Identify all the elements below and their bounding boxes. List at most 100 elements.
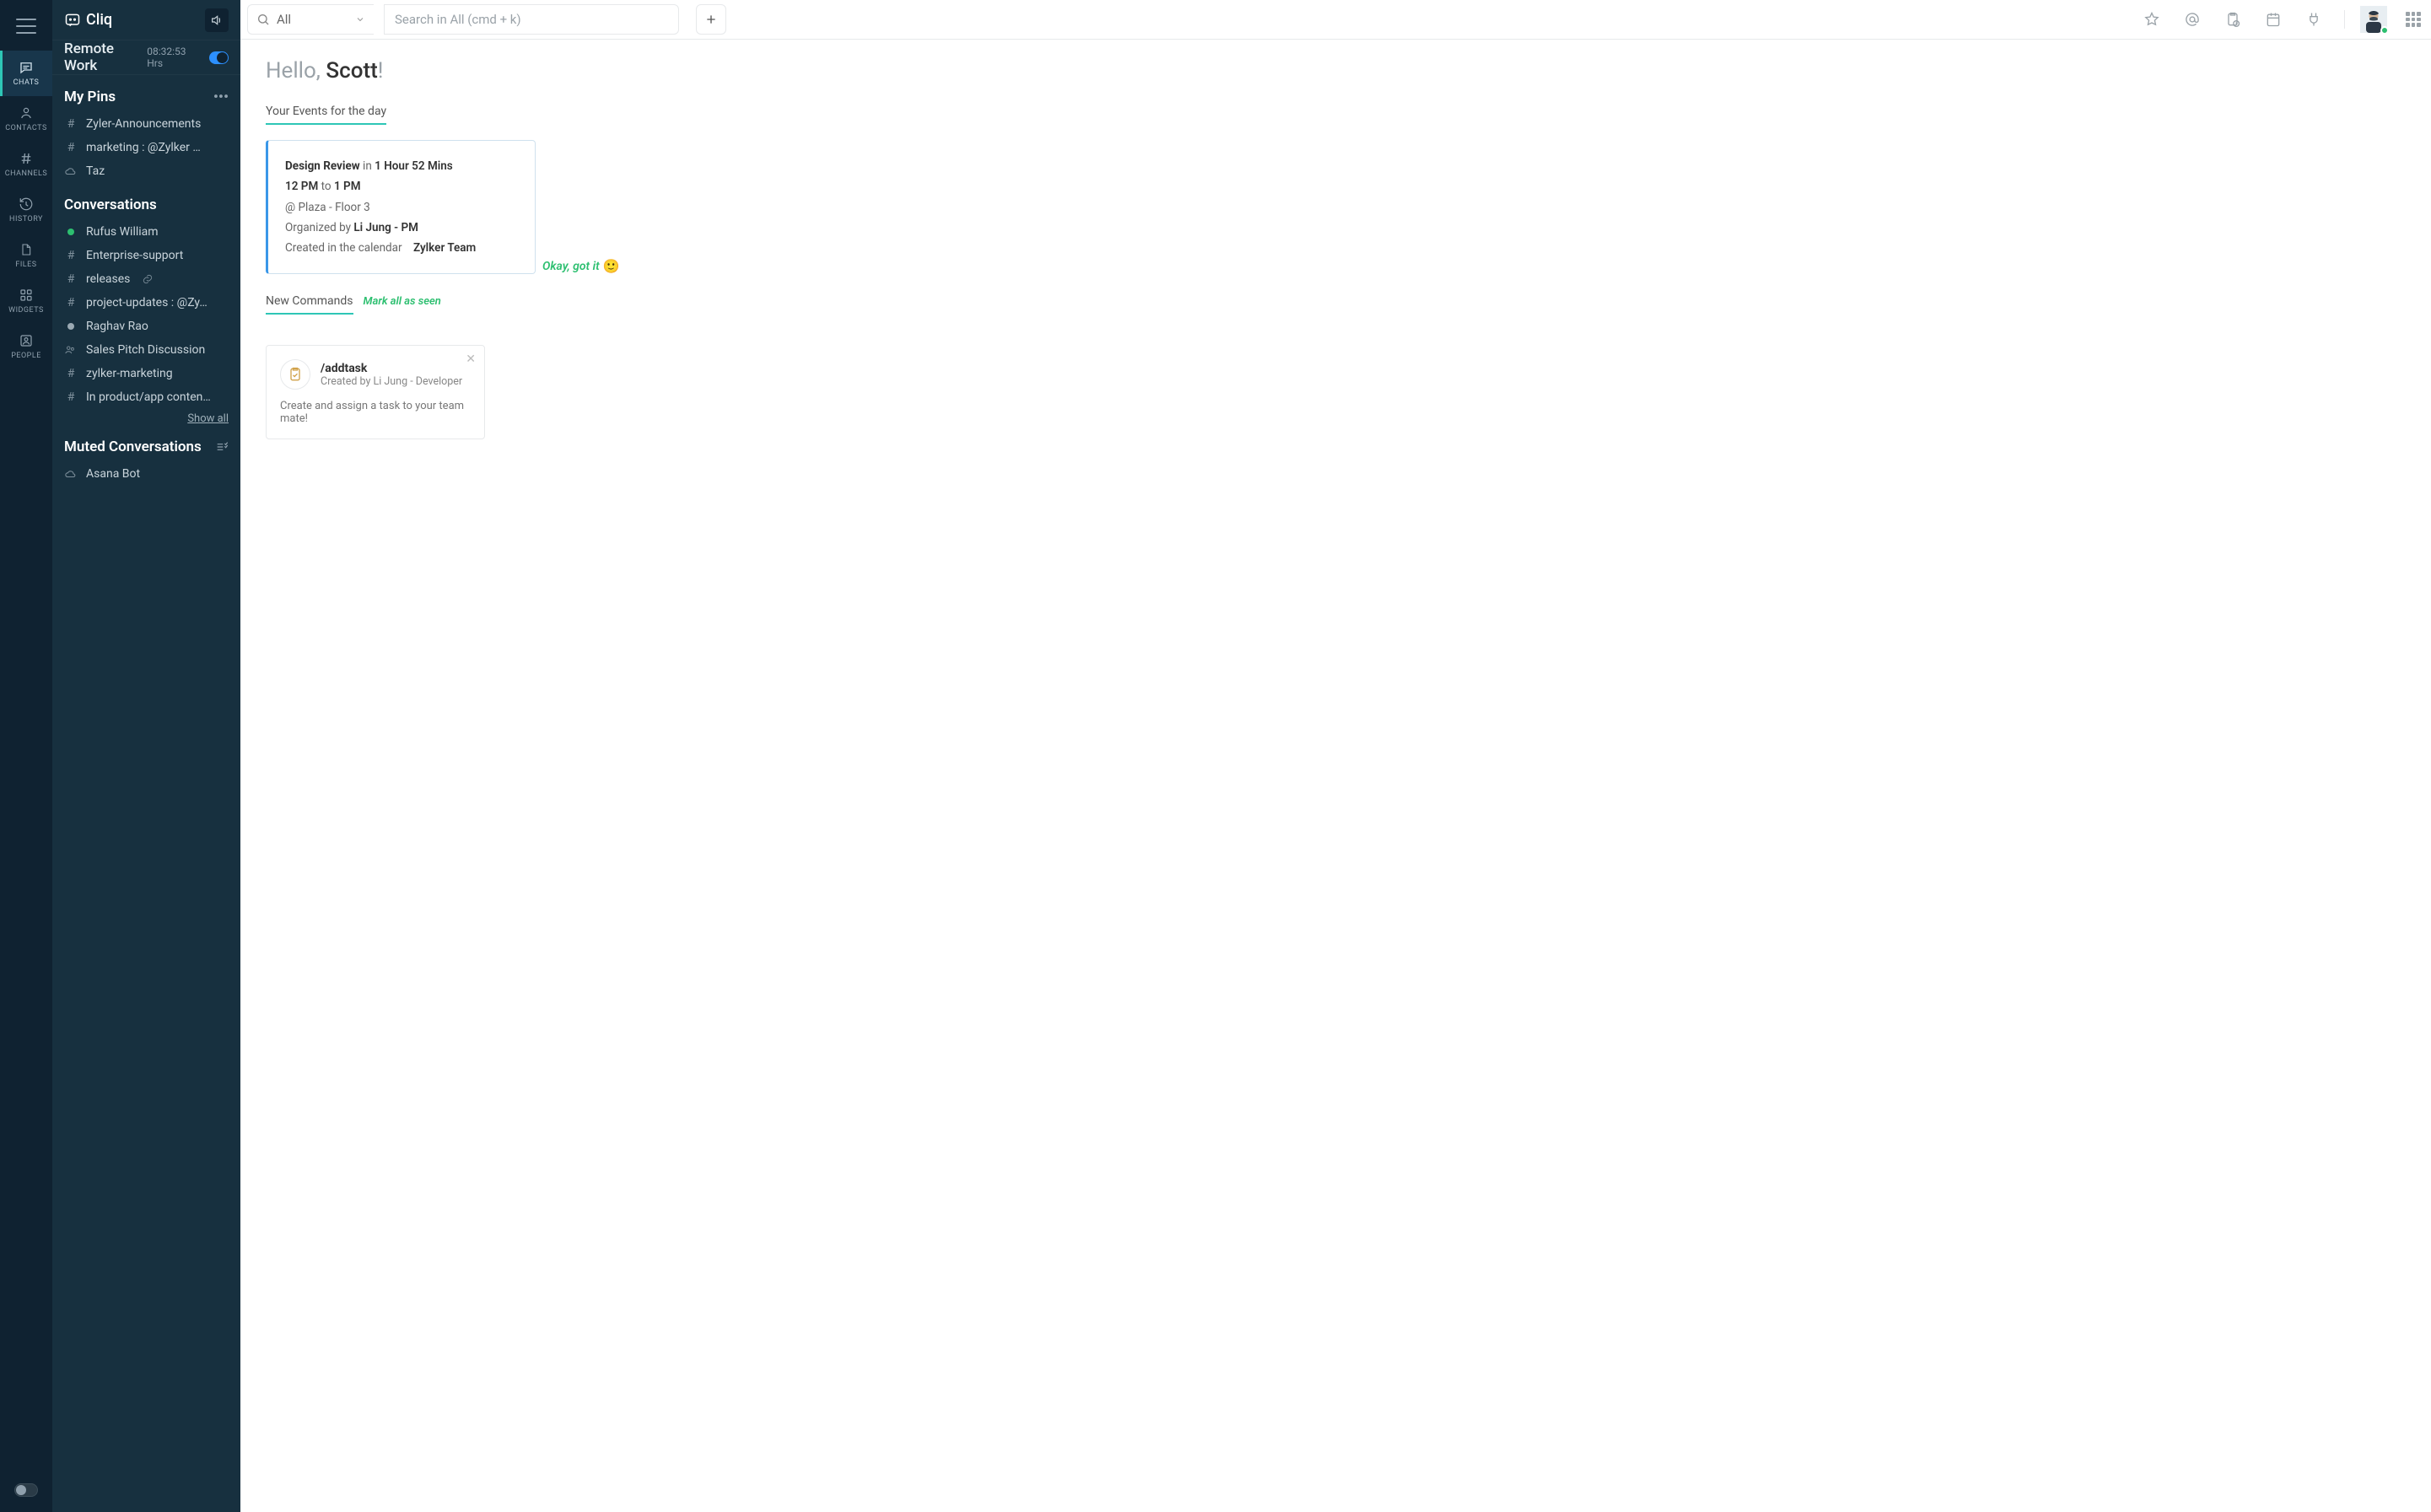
conversation-label: Sales Pitch Discussion [86, 343, 205, 357]
nav-chats[interactable]: CHATS [0, 51, 52, 96]
hash-icon: # [64, 390, 78, 404]
hash-icon: # [64, 249, 78, 262]
people-icon [19, 333, 34, 348]
plus-icon [704, 13, 718, 26]
file-icon [19, 242, 33, 257]
presence-icon [64, 320, 78, 333]
remote-work-toggle[interactable] [209, 51, 229, 64]
event-end: 1 PM [334, 180, 361, 193]
pin-item[interactable]: # Zyler-Announcements [52, 112, 240, 136]
cliq-logo-icon [64, 12, 81, 29]
hash-icon: # [64, 367, 78, 380]
power-button[interactable] [2305, 11, 2322, 28]
separator [2344, 10, 2345, 29]
link-icon [142, 273, 154, 285]
conversation-item[interactable]: # releases [52, 267, 240, 291]
star-button[interactable] [2143, 11, 2160, 28]
conversation-item[interactable]: # Enterprise-support [52, 244, 240, 267]
plug-icon [2305, 11, 2322, 28]
theme-toggle[interactable] [0, 1483, 52, 1497]
event-countdown: 1 Hour 52 Mins [375, 159, 453, 173]
content: Hello, Scott! Your Events for the day De… [240, 40, 2431, 458]
close-button[interactable]: ✕ [466, 352, 476, 366]
search-scope-dropdown[interactable]: All [247, 4, 374, 35]
pin-item[interactable]: # marketing : @Zylker … [52, 136, 240, 159]
remote-work-label: Remote Work [64, 40, 140, 74]
pin-item[interactable]: Taz [52, 159, 240, 183]
muted-header: Muted Conversations [52, 425, 240, 462]
event-in-word: in [363, 159, 372, 173]
muted-title: Muted Conversations [64, 439, 202, 455]
chat-icon [19, 60, 34, 75]
muted-item[interactable]: Asana Bot [52, 462, 240, 486]
nav-label: CONTACTS [5, 124, 47, 132]
mentions-button[interactable] [2184, 11, 2201, 28]
speaker-icon [210, 13, 224, 27]
nav-contacts[interactable]: CONTACTS [0, 96, 52, 142]
conversation-item[interactable]: # project-updates : @Zy… [52, 291, 240, 315]
nav-people[interactable]: PEOPLE [0, 324, 52, 369]
contact-icon [19, 105, 34, 121]
hello-suffix: ! [378, 58, 384, 83]
nav-label: FILES [15, 261, 36, 269]
event-calendar: Zylker Team [413, 241, 476, 255]
conversation-label: In product/app conten… [86, 390, 211, 404]
calendar-button[interactable] [2265, 11, 2282, 28]
pins-title: My Pins [64, 89, 116, 105]
conversation-item[interactable]: Rufus William [52, 220, 240, 244]
clipboard-clock-icon [2224, 11, 2241, 28]
new-button[interactable] [696, 4, 726, 35]
menu-button[interactable] [16, 19, 36, 34]
nav-widgets[interactable]: WIDGETS [0, 278, 52, 324]
conversation-item[interactable]: # In product/app conten… [52, 385, 240, 409]
event-organizer: Li Jung - PM [353, 221, 418, 234]
okay-got-it-button[interactable]: Okay, got it 🙂 [542, 258, 620, 274]
remote-work-hours: 08:32:53 Hrs [147, 46, 197, 69]
conversation-item[interactable]: Raghav Rao [52, 315, 240, 338]
presence-indicator [2380, 26, 2389, 35]
conversation-label: project-updates : @Zy… [86, 296, 208, 309]
conversation-label: Enterprise-support [86, 249, 183, 262]
conversation-item[interactable]: # zylker-marketing [52, 362, 240, 385]
show-all-link[interactable]: Show all [52, 409, 240, 425]
okay-label: Okay, got it [542, 260, 600, 273]
nav-history[interactable]: HISTORY [0, 187, 52, 233]
widgets-icon [19, 288, 34, 303]
reminders-button[interactable] [2224, 11, 2241, 28]
conversation-item[interactable]: Sales Pitch Discussion [52, 338, 240, 362]
calendar-icon [2265, 11, 2282, 28]
nav-label: PEOPLE [11, 352, 41, 360]
conversation-label: releases [86, 272, 130, 286]
hash-icon: # [64, 272, 78, 286]
topbar: All Search in All (cmd + k) [240, 0, 2431, 40]
hash-icon: # [64, 117, 78, 131]
event-card[interactable]: Design Review in 1 Hour 52 Mins 12 PM to… [266, 140, 536, 274]
search-icon [256, 13, 270, 26]
greeting: Hello, Scott! [266, 58, 2406, 83]
chevron-down-icon [355, 14, 365, 24]
muted-settings-button[interactable] [215, 440, 229, 454]
app-logo: Cliq [64, 11, 112, 29]
cloud-icon [64, 165, 78, 177]
mark-all-seen-link[interactable]: Mark all as seen [364, 295, 441, 308]
pins-more-button[interactable]: ••• [213, 89, 229, 105]
hello-prefix: Hello, [266, 58, 326, 83]
event-start: 12 PM [285, 180, 318, 193]
at-icon [2184, 11, 2201, 28]
search-input[interactable]: Search in All (cmd + k) [384, 4, 679, 35]
pin-label: Zyler-Announcements [86, 117, 201, 131]
remote-work-row: Remote Work 08:32:53 Hrs [52, 40, 240, 75]
apps-launcher[interactable] [2406, 12, 2421, 27]
event-row: Design Review in 1 Hour 52 Mins 12 PM to… [266, 140, 2406, 274]
nav-channels[interactable]: CHANNELS [0, 142, 52, 187]
nav-label: WIDGETS [8, 306, 44, 315]
conversation-label: Rufus William [86, 225, 159, 239]
pin-label: marketing : @Zylker … [86, 141, 201, 154]
command-card[interactable]: ✕ /addtask Created by Li Jung - Develope… [266, 345, 485, 439]
conversation-label: zylker-marketing [86, 367, 173, 380]
profile-avatar[interactable] [2360, 6, 2387, 33]
pins-list: # Zyler-Announcements # marketing : @Zyl… [52, 112, 240, 183]
nav-files[interactable]: FILES [0, 233, 52, 278]
clipboard-check-icon [280, 359, 310, 390]
announce-button[interactable] [205, 8, 229, 32]
